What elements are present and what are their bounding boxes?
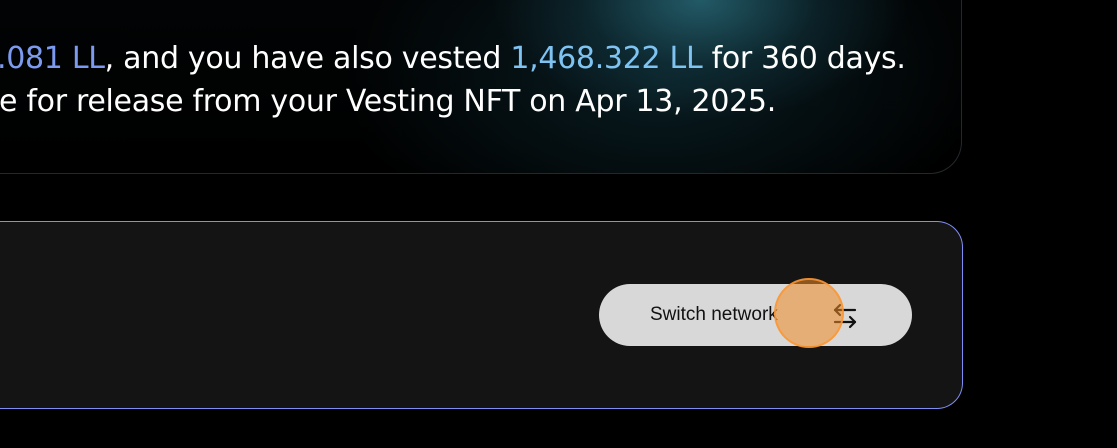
- vested-amount: 1,468.322 LL: [510, 41, 703, 76]
- available-amount: .081 LL: [0, 41, 105, 76]
- vesting-info-line-2: e for release from your Vesting NFT on A…: [0, 84, 776, 119]
- switch-network-button[interactable]: Switch network: [599, 284, 912, 346]
- switch-network-label: Switch network: [650, 304, 778, 325]
- vesting-text-b: for 360 days.: [702, 41, 906, 76]
- vesting-text-a: , and you have also vested: [104, 41, 511, 76]
- swap-arrows-icon: [833, 303, 857, 329]
- vesting-info-card: .081 LL, and you have also vested 1,468.…: [0, 0, 962, 174]
- vesting-info-line-1: .081 LL, and you have also vested 1,468.…: [0, 41, 906, 77]
- page: .081 LL, and you have also vested 1,468.…: [0, 0, 1117, 448]
